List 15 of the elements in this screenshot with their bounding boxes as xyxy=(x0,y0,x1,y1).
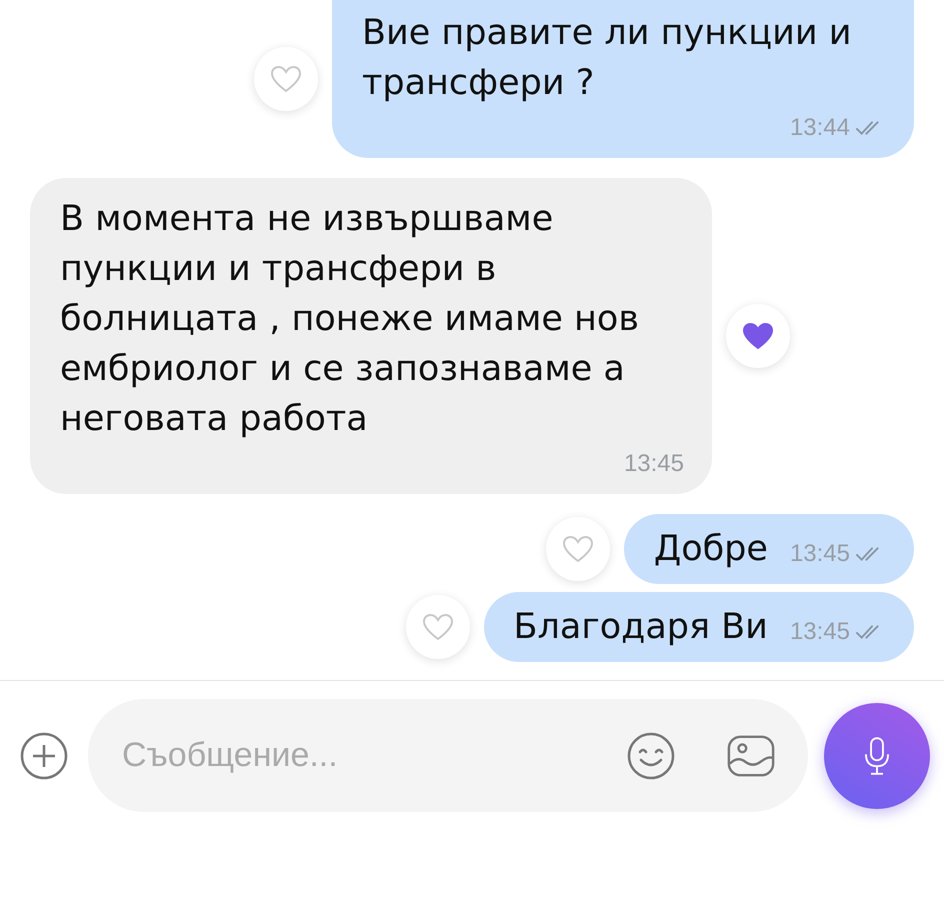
message-time: 13:45 xyxy=(790,617,850,647)
smiley-icon[interactable] xyxy=(626,732,676,780)
message-text: Добре xyxy=(654,528,768,571)
message-text: В момента не извършваме пункции и трансфери в болницата , понеже имаме нов ембриолог и се запознаваме а неговата работа xyxy=(60,198,640,441)
add-icon[interactable] xyxy=(20,732,68,780)
heart-icon xyxy=(742,322,774,350)
message-time: 13:45 xyxy=(624,449,684,479)
heart-icon xyxy=(270,65,302,93)
message-time: 13:44 xyxy=(790,113,850,143)
heart-icon xyxy=(562,535,594,563)
message-text: Вие правите ли пункции и трансфери ? xyxy=(362,12,852,105)
message-time: 13:45 xyxy=(790,539,850,569)
message-text: Благодаря Ви xyxy=(514,606,768,649)
heart-icon xyxy=(422,613,454,641)
message-input-field[interactable]: Съобщение... xyxy=(120,735,576,776)
